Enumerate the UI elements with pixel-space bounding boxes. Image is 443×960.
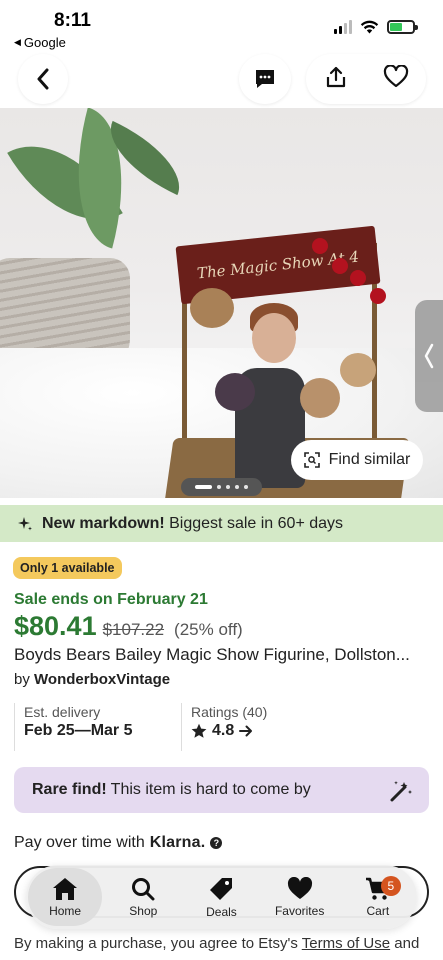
delivery-info[interactable]: Est. delivery Feb 25—Mar 5 [14,703,132,751]
heart-outline-icon [383,63,408,87]
help-icon[interactable]: ? [210,837,223,849]
berry-decor [350,270,366,286]
message-seller-button[interactable] [239,54,291,104]
battery-icon [387,20,418,34]
cellular-signal-icon [334,20,352,34]
search-icon [132,877,155,900]
heart-icon [287,876,312,899]
legal-text: By making a purchase, you agree to Etsy'… [14,935,419,952]
cart-count-badge: 5 [380,876,401,896]
berry-decor [332,258,348,274]
status-bar: 8:11 ◀ Google [0,0,443,52]
nav-favorites-label: Favorites [274,903,325,918]
legal-suffix: and [390,935,420,952]
berry-decor [370,288,386,304]
rare-find-text: This item is hard to come by [110,781,311,798]
markdown-rest: Biggest sale in 60+ days [164,514,344,532]
ratings-info[interactable]: Ratings (40) 4.8 [181,703,267,751]
availability-badge: Only 1 available [13,557,122,579]
ratings-label: Ratings (40) [191,704,268,720]
status-time: 8:11 [54,10,91,31]
rare-find-banner: Rare find! This item is hard to come by [14,767,429,813]
bear-figure [340,353,376,387]
bear-figure [215,373,255,411]
share-button[interactable] [324,65,348,94]
chat-icon [256,70,274,88]
star-icon [191,723,207,738]
discount-percent: (25% off) [174,620,243,639]
tag-icon [210,877,233,900]
carousel-indicator[interactable] [181,478,262,496]
ratings-value: 4.8 [212,722,235,739]
legal-prefix: By making a purchase, you agree to Etsy'… [14,935,302,952]
nav-home[interactable]: Home [28,868,103,926]
chevron-left-icon [37,68,49,90]
klarna-text: Pay over time with [14,834,145,851]
find-similar-label: Find similar [328,451,411,468]
carousel-dot [226,485,230,489]
home-icon [53,877,78,900]
nav-deals-label: Deals [206,904,237,919]
rare-find-bold: Rare find! [32,781,107,798]
carousel-dot [217,485,221,489]
bottom-nav: Home Shop Deals Favorites Cart 5 [26,865,417,929]
share-favorite-group [306,54,426,104]
sale-ends-text: Sale ends on February 21 [14,591,208,608]
arrow-right-icon [239,725,253,737]
carousel-dot [244,485,248,489]
nav-cart-label: Cart [366,903,390,918]
back-button[interactable] [18,54,68,104]
share-icon [326,66,345,87]
back-to-app-link[interactable]: ◀ Google [14,35,66,50]
nav-home-label: Home [49,903,82,918]
back-triangle-icon: ◀ [14,37,21,47]
delivery-ratings-card: Est. delivery Feb 25—Mar 5 Ratings (40) … [14,703,429,751]
seller-name-link[interactable]: WonderboxVintage [34,671,170,688]
magic-wand-icon [390,781,412,802]
delivery-value: Feb 25—Mar 5 [24,722,133,739]
sparkle-icon [18,516,32,530]
chevron-left-icon [424,343,434,369]
klarna-line[interactable]: Pay over time with Klarna. ? [14,834,223,852]
nav-deals[interactable]: Deals [184,868,258,926]
klarna-logo: Klarna. [149,834,206,851]
bear-figure [300,378,340,418]
seller-line: by WonderboxVintage [14,671,170,688]
nav-favorites[interactable]: Favorites [263,868,337,926]
nav-shop[interactable]: Shop [106,868,180,926]
delivery-label: Est. delivery [24,704,101,720]
nav-shop-label: Shop [129,903,158,918]
berry-decor [312,238,328,254]
original-price: $107.22 [102,620,165,639]
figurine-head [252,313,296,363]
terms-of-use-link[interactable]: Terms of Use [302,935,390,952]
markdown-text: New markdown! Biggest sale in 60+ days [42,515,343,533]
product-title[interactable]: Boyds Bears Bailey Magic Show Figurine, … [14,645,429,665]
wifi-icon [360,20,379,34]
bear-figure [190,288,234,328]
carousel-dot [235,485,239,489]
nav-cart[interactable]: Cart 5 [341,868,415,926]
system-icons [334,20,418,34]
current-price: $80.41 [14,611,97,641]
visual-search-icon [303,452,320,468]
find-similar-button[interactable]: Find similar [291,440,423,480]
seller-prefix: by [14,671,35,688]
favorite-button[interactable] [383,63,409,94]
price-row: $80.41 $107.22 (25% off) [14,611,243,642]
image-side-tab[interactable] [415,300,443,412]
back-app-label: Google [23,35,66,50]
markdown-bold: New markdown! [42,514,165,532]
carousel-dot-active [195,485,212,489]
markdown-banner: New markdown! Biggest sale in 60+ days [0,505,443,542]
ratings-value-row: 4.8 [191,722,267,740]
